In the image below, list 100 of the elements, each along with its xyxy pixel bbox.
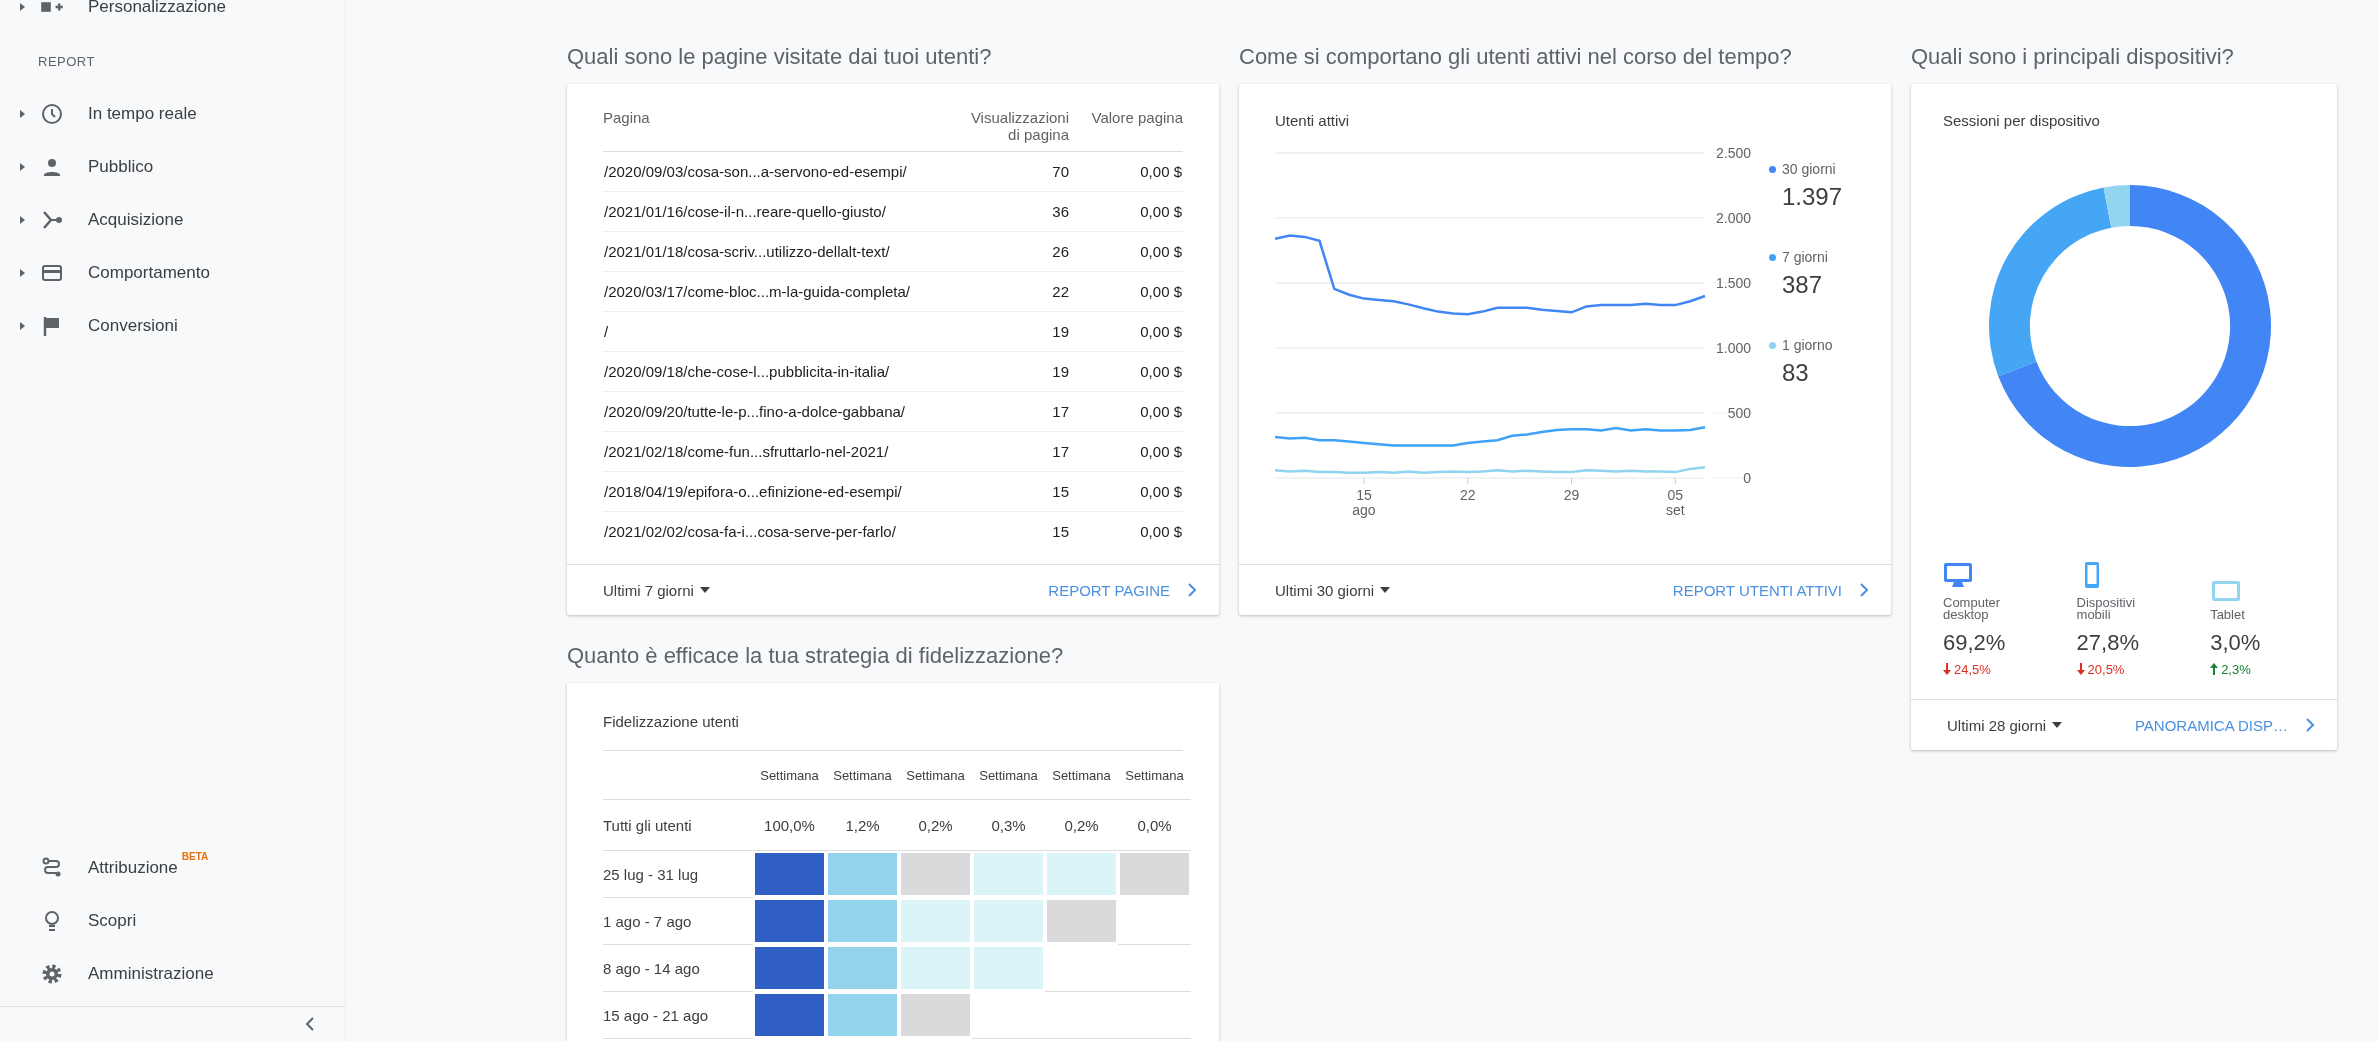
legend-dot — [1769, 166, 1776, 173]
sidebar-item[interactable]: Conversioni — [0, 299, 345, 352]
card-title: Sessioni per dispositivo — [1943, 111, 2101, 131]
legend-label: 30 giorni — [1782, 161, 1837, 177]
y-tick-label: 2.000 — [1715, 210, 1751, 226]
dashboard-add-icon — [41, 1, 63, 13]
column-header: Visualizzazioni di pagina — [959, 104, 1083, 152]
y-tick-label: 500 — [1727, 405, 1751, 421]
row-label: 8 ago - 14 ago — [603, 945, 753, 992]
legend-value: 83 — [1781, 358, 1810, 388]
caret-icon[interactable] — [699, 587, 710, 593]
chevron-right-icon[interactable] — [2306, 718, 2315, 732]
expand-arrow-icon[interactable] — [18, 320, 26, 331]
row-label: 25 lug - 31 lug — [603, 851, 753, 898]
arrow-up-icon — [2210, 663, 2219, 676]
device-label: Computer desktop — [1943, 597, 2002, 622]
change-value: 20,5% — [2087, 661, 2125, 677]
sidebar-label[interactable]: Scopri — [88, 910, 137, 931]
table-cell: 0,3% — [972, 800, 1045, 851]
table-cell: /2020/03/17/come-bloc...m-la-guida-completa/ — [603, 271, 959, 312]
table-cell: 0,2% — [899, 800, 972, 851]
expand-arrow-icon[interactable] — [18, 2, 26, 12]
table-cell: 0,00 $ — [1083, 511, 1183, 551]
sidebar-label[interactable]: Personalizzazione — [88, 0, 226, 17]
sidebar-item[interactable]: Attribuzione BETA — [0, 841, 345, 894]
sidebar-item[interactable]: Scopri — [0, 894, 345, 947]
change-value: 24,5% — [1954, 661, 1991, 677]
sidebar-item[interactable]: Pubblico — [0, 140, 345, 193]
table-cell: /2021/02/02/cosa-fa-i...cosa-serve-per-farlo/ — [603, 511, 959, 551]
section-question: Quanto è efficace la tua strategia di fidelizzazione? — [567, 642, 1065, 670]
card-title: Utenti attivi — [1275, 111, 1351, 131]
column-header: Settimana — [1118, 751, 1191, 800]
table-cell: /2018/04/19/epifora-o...efinizione-ed-esempi/ — [603, 471, 959, 512]
table-cell: 36 — [959, 191, 1083, 232]
table-cell: 0,00 $ — [1083, 191, 1183, 232]
table-cell: 17 — [959, 431, 1083, 472]
sidebar-item[interactable]: Personalizzazione — [0, 0, 345, 18]
table-cell: 15 — [959, 471, 1083, 512]
table-cell: 0,00 $ — [1083, 151, 1183, 192]
column-header: Settimana — [972, 751, 1045, 800]
sidebar-label[interactable]: Comportamento — [88, 262, 210, 283]
expand-arrow-icon[interactable] — [18, 214, 26, 225]
arrow-down-icon — [1943, 663, 1951, 676]
chevron-right-icon[interactable] — [1860, 583, 1869, 597]
sidebar-label[interactable]: Acquisizione — [88, 209, 184, 230]
x-tick-label: 29 — [1563, 487, 1580, 503]
sidebar-item[interactable]: Acquisizione — [0, 193, 345, 246]
section-question: Quali sono le pagine visitate dai tuoi utenti? — [567, 43, 993, 71]
collapse-icon[interactable] — [305, 1017, 315, 1031]
change-value: 2,3% — [2221, 661, 2251, 677]
sidebar-label[interactable]: In tempo reale — [88, 103, 197, 124]
x-tick-label: 15 ago — [1352, 487, 1376, 518]
table-cell: 0,00 $ — [1083, 271, 1183, 312]
clock-icon — [40, 101, 64, 126]
table-cell: 0,00 $ — [1083, 471, 1183, 512]
sidebar-label[interactable]: Conversioni — [88, 315, 178, 336]
beta-label: BETA — [181, 851, 209, 862]
row-label: 15 ago - 21 ago — [603, 992, 753, 1039]
table-cell: 0,00 $ — [1083, 431, 1183, 472]
column-header: Settimana — [1045, 751, 1118, 800]
sidebar-label[interactable]: Pubblico — [88, 156, 154, 177]
table-cell: 0,00 $ — [1083, 231, 1183, 272]
y-tick-label: 1.500 — [1715, 275, 1751, 291]
period-dropdown[interactable]: Ultimi 28 giorni — [1947, 716, 2063, 734]
sidebar-item[interactable]: In tempo reale — [0, 87, 345, 140]
chevron-right-icon[interactable] — [1188, 583, 1197, 597]
legend-dot — [1769, 254, 1776, 261]
expand-arrow-icon[interactable] — [18, 108, 26, 119]
column-header: Settimana — [826, 751, 899, 800]
table-cell: 100,0% — [753, 800, 826, 851]
caret-icon[interactable] — [2052, 722, 2063, 728]
period-dropdown[interactable]: Ultimi 30 giorni — [1275, 581, 1391, 599]
x-tick-label: 05 set — [1666, 487, 1685, 518]
period-dropdown[interactable]: Ultimi 7 giorni — [603, 581, 710, 599]
arrow-down-icon — [2076, 663, 2085, 676]
device-share: 3,0% — [2210, 629, 2261, 656]
y-tick-label: 1.000 — [1715, 340, 1751, 356]
caret-icon[interactable] — [1380, 587, 1391, 593]
expand-arrow-icon[interactable] — [18, 161, 26, 172]
table-cell: /2020/09/18/che-cose-l...pubblicita-in-italia/ — [603, 351, 959, 392]
sidebar-item[interactable]: Comportamento — [0, 246, 345, 299]
section-question: Quali sono i principali dispositivi? — [1911, 43, 2235, 71]
table-cell: 0,0% — [1118, 800, 1191, 851]
table-cell: /2021/02/18/come-fun...sfruttarlo-nel-2021/ — [603, 431, 959, 472]
table-cell: 1,2% — [826, 800, 899, 851]
device-label: Tablet — [2210, 609, 2246, 622]
y-tick-label: 0 — [1743, 470, 1751, 486]
device-label: Dispositivi mobili — [2076, 597, 2137, 622]
legend-dot — [1769, 342, 1776, 349]
table-cell: 22 — [959, 271, 1083, 312]
sidebar-label[interactable]: Amministrazione — [88, 963, 214, 984]
table-cell: 0,00 $ — [1083, 351, 1183, 392]
table-cell: / — [603, 311, 959, 352]
sidebar-label[interactable]: Attribuzione — [88, 857, 178, 878]
table-cell: /2021/01/16/cose-il-n...reare-quello-giusto/ — [603, 191, 959, 232]
legend-label: 7 giorni — [1782, 249, 1829, 265]
table-cell: /2020/09/03/cosa-son...a-servono-ed-esempi/ — [603, 151, 959, 192]
table-cell: 0,00 $ — [1083, 391, 1183, 432]
expand-arrow-icon[interactable] — [18, 267, 26, 278]
sidebar-item[interactable]: Amministrazione — [0, 947, 345, 1000]
